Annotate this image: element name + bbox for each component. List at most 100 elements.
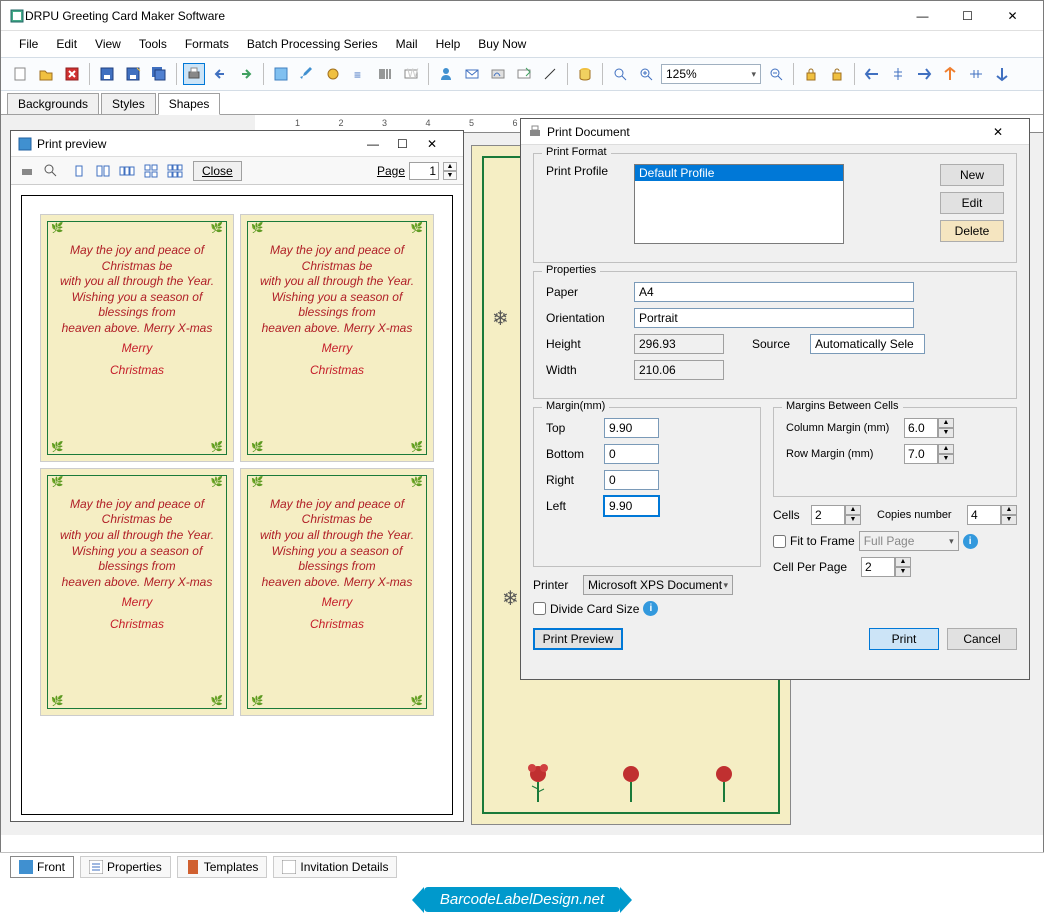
preview-3page-icon[interactable] — [117, 161, 137, 181]
right-field[interactable] — [604, 470, 659, 490]
image-tool-icon[interactable] — [270, 63, 292, 85]
paper-label: Paper — [546, 285, 626, 299]
close-file-icon[interactable] — [61, 63, 83, 85]
preview-close[interactable]: ✕ — [427, 137, 457, 151]
zoom-fit-icon[interactable] — [609, 63, 631, 85]
align-top-icon[interactable] — [939, 63, 961, 85]
barcode-icon[interactable] — [374, 63, 396, 85]
app-title: DRPU Greeting Card Maker Software — [25, 9, 900, 23]
align-right-icon[interactable] — [913, 63, 935, 85]
menu-buy[interactable]: Buy Now — [470, 34, 534, 54]
new-button[interactable]: New — [940, 164, 1004, 186]
undo-icon[interactable] — [209, 63, 231, 85]
preview-print-icon[interactable] — [17, 161, 37, 181]
print-icon[interactable] — [183, 63, 205, 85]
close-button[interactable]: ✕ — [990, 2, 1035, 30]
align-bottom-icon[interactable] — [991, 63, 1013, 85]
menu-mail[interactable]: Mail — [388, 34, 426, 54]
info-icon[interactable]: i — [963, 534, 978, 549]
people-icon[interactable] — [435, 63, 457, 85]
col-margin-spinner[interactable]: ▲▼ — [904, 418, 954, 438]
align-center-icon[interactable] — [887, 63, 909, 85]
mail-sig-icon[interactable] — [487, 63, 509, 85]
dialog-close[interactable]: ✕ — [993, 125, 1023, 139]
pen-icon[interactable] — [296, 63, 318, 85]
menu-edit[interactable]: Edit — [48, 34, 85, 54]
preview-1page-icon[interactable] — [69, 161, 89, 181]
menu-formats[interactable]: Formats — [177, 34, 237, 54]
paper-field[interactable] — [634, 282, 914, 302]
align-left-icon[interactable] — [861, 63, 883, 85]
cellper-spinner[interactable]: ▲▼ — [861, 557, 911, 577]
envelope-icon[interactable] — [461, 63, 483, 85]
orientation-field[interactable] — [634, 308, 914, 328]
text-icon[interactable]: ≡ — [348, 63, 370, 85]
align-middle-icon[interactable] — [965, 63, 987, 85]
line-icon[interactable] — [539, 63, 561, 85]
menu-view[interactable]: View — [87, 34, 129, 54]
send-icon[interactable] — [513, 63, 535, 85]
tab-styles[interactable]: Styles — [101, 93, 156, 114]
menu-tools[interactable]: Tools — [131, 34, 175, 54]
top-field[interactable] — [604, 418, 659, 438]
maximize-button[interactable]: ☐ — [945, 2, 990, 30]
print-preview-button[interactable]: Print Preview — [533, 628, 623, 650]
zoom-combo[interactable]: 125% — [661, 64, 761, 84]
print-button[interactable]: Print — [869, 628, 939, 650]
row-margin-spinner[interactable]: ▲▼ — [904, 444, 954, 464]
tab-shapes[interactable]: Shapes — [158, 93, 221, 115]
preview-close-button[interactable]: Close — [193, 161, 242, 181]
page-input[interactable] — [409, 162, 439, 180]
menu-file[interactable]: File — [11, 34, 46, 54]
preview-2page-icon[interactable] — [93, 161, 113, 181]
preview-minimize[interactable]: — — [367, 137, 397, 151]
database-icon[interactable] — [574, 63, 596, 85]
height-field — [634, 334, 724, 354]
profile-label: Print Profile — [546, 164, 626, 178]
watermark-icon[interactable]: W — [400, 63, 422, 85]
tab-backgrounds[interactable]: Backgrounds — [7, 93, 99, 114]
saveas-icon[interactable] — [122, 63, 144, 85]
redo-icon[interactable] — [235, 63, 257, 85]
copies-spinner[interactable]: ▲▼ — [967, 505, 1017, 525]
source-field[interactable] — [810, 334, 925, 354]
preview-zoom-icon[interactable] — [41, 161, 61, 181]
menu-help[interactable]: Help — [428, 34, 469, 54]
cells-spinner[interactable]: ▲▼ — [811, 505, 861, 525]
shape-icon[interactable] — [322, 63, 344, 85]
left-field[interactable] — [604, 496, 659, 516]
open-icon[interactable] — [35, 63, 57, 85]
info-icon[interactable]: i — [643, 601, 658, 616]
save-all-icon[interactable] — [148, 63, 170, 85]
menu-batch[interactable]: Batch Processing Series — [239, 34, 386, 54]
profile-item[interactable]: Default Profile — [635, 165, 843, 181]
profile-listbox[interactable]: Default Profile — [634, 164, 844, 244]
lock-icon[interactable] — [800, 63, 822, 85]
zoom-out-icon[interactable] — [765, 63, 787, 85]
fit-check[interactable] — [773, 535, 786, 548]
new-icon[interactable] — [9, 63, 31, 85]
btab-templates[interactable]: Templates — [177, 856, 268, 878]
page-down[interactable]: ▼ — [443, 171, 457, 180]
app-icon — [9, 8, 25, 24]
divide-check[interactable] — [533, 602, 546, 615]
width-field — [634, 360, 724, 380]
btab-properties[interactable]: Properties — [80, 856, 171, 878]
delete-button[interactable]: Delete — [940, 220, 1004, 242]
bottom-field[interactable] — [604, 444, 659, 464]
zoom-in-icon[interactable] — [635, 63, 657, 85]
minimize-button[interactable]: — — [900, 2, 945, 30]
margin-group: Margin(mm) Top Bottom Right Left — [533, 407, 761, 567]
btab-invitation[interactable]: Invitation Details — [273, 856, 397, 878]
print-dialog-icon — [527, 124, 543, 140]
edit-button[interactable]: Edit — [940, 192, 1004, 214]
preview-4page-icon[interactable] — [141, 161, 161, 181]
preview-6page-icon[interactable] — [165, 161, 185, 181]
cancel-button[interactable]: Cancel — [947, 628, 1017, 650]
save-icon[interactable] — [96, 63, 118, 85]
printer-combo[interactable]: Microsoft XPS Document — [583, 575, 733, 595]
preview-maximize[interactable]: ☐ — [397, 137, 427, 151]
unlock-icon[interactable] — [826, 63, 848, 85]
btab-front[interactable]: Front — [10, 856, 74, 878]
page-up[interactable]: ▲ — [443, 162, 457, 171]
